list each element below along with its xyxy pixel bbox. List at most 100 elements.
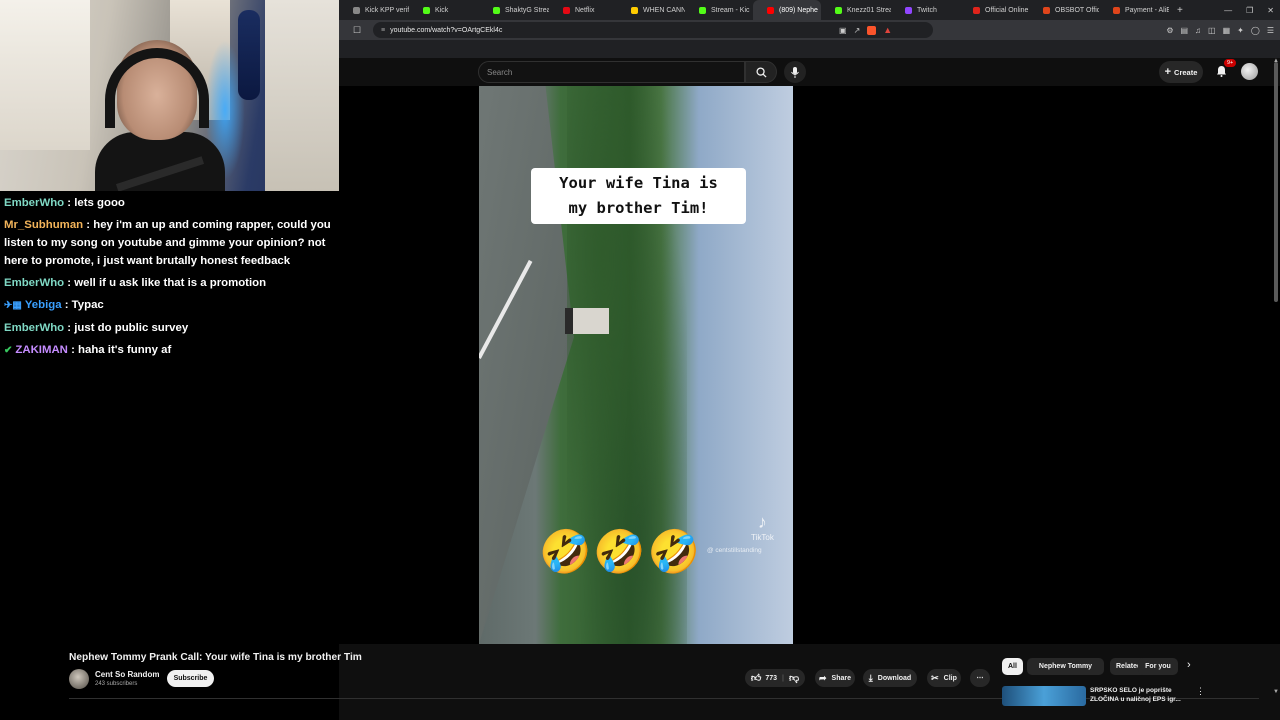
browser-tab[interactable]: WHEN CANNO — [617, 0, 685, 20]
browser-tab[interactable]: Netflix — [549, 0, 617, 20]
recommended-title[interactable]: SRPSKO SELO je poprište ZLOČINA u naličn… — [1090, 686, 1190, 704]
clip-button[interactable]: ✂ Clip — [927, 669, 961, 687]
site-info-icon[interactable]: ≡ — [381, 27, 385, 34]
video-player[interactable]: Your wife Tina is my brother Tim! 🤣🤣🤣 ♪ … — [339, 86, 1280, 644]
check-badge-icon: ✔ — [4, 345, 13, 356]
badge-icons: ✈▦ — [4, 300, 22, 311]
like-button[interactable]: 👍︎ 773 — [751, 672, 777, 684]
chip-all[interactable]: All — [1002, 658, 1023, 675]
chat-message: EmberWho : well if u ask like that is a … — [4, 274, 339, 292]
chip-nephew-tommy[interactable]: Nephew Tommy — [1027, 658, 1104, 675]
share-label: Share — [831, 674, 851, 682]
recommended-menu-icon[interactable]: ⋮ — [1196, 686, 1205, 697]
create-button[interactable]: + Create — [1159, 61, 1203, 83]
chat-username[interactable]: Mr_Subhuman — [4, 219, 83, 231]
wallet-icon[interactable]: ▦ — [1223, 26, 1231, 35]
headset — [105, 48, 209, 128]
chat-text: : just do public survey — [67, 322, 189, 334]
window-controls: — ❐ ✕ — [1224, 0, 1274, 20]
tab-label: Stream - Kic — [711, 6, 750, 14]
streamer — [95, 40, 225, 191]
subscribe-button[interactable]: Subscribe — [167, 670, 214, 687]
menu-icon[interactable]: ☰ — [1267, 26, 1274, 35]
tab-favicon-icon — [423, 6, 430, 14]
tab-search-icon[interactable]: ▤ — [1180, 26, 1188, 35]
recommended-thumbnail[interactable] — [1002, 686, 1086, 706]
sidebar-icon[interactable]: ◫ — [1208, 26, 1216, 35]
browser-tab[interactable]: Knezz01 Stream — [821, 0, 891, 20]
browser-tab[interactable]: OBSBOT Officia — [1029, 0, 1099, 20]
more-actions-button[interactable]: ⋯ — [970, 669, 990, 687]
notification-count-badge: 9+ — [1224, 59, 1237, 67]
video-frame[interactable]: Your wife Tina is my brother Tim! 🤣🤣🤣 ♪ … — [479, 86, 793, 644]
bookmark-icon[interactable]: ☐ — [353, 25, 369, 36]
tab-favicon-icon — [631, 6, 638, 14]
browser-tab[interactable]: (809) Nephe✕ — [753, 0, 821, 20]
webcam-window — [0, 0, 90, 150]
minimize-icon[interactable]: — — [1224, 6, 1232, 15]
like-dislike-pill: 👍︎ 773 | 👎︎ — [745, 669, 805, 687]
browser-tab[interactable]: Kick — [409, 0, 479, 20]
channel-name[interactable]: Cent So Random — [95, 670, 159, 679]
tab-label: Kick KPP verifica — [365, 6, 409, 14]
download-button[interactable]: ⤓ Download — [863, 669, 917, 687]
address-bar: ☐ ≡ youtube.com/watch?v=OArtgCEkl4c ▣ ↗ … — [339, 20, 1280, 40]
leo-icon[interactable]: ✦ — [1237, 26, 1244, 35]
microphone-icon — [791, 66, 799, 78]
chat-username[interactable]: EmberWho — [4, 277, 64, 289]
cast-icon[interactable]: ▣ — [839, 26, 847, 35]
video-title: Nephew Tommy Prank Call: Your wife Tina … — [69, 652, 362, 663]
tab-label: ShaktyG Stream — [505, 6, 549, 14]
browser-tab[interactable]: Payment - AliEx — [1099, 0, 1169, 20]
browser-tab[interactable]: Official Online S — [959, 0, 1029, 20]
share-button[interactable]: ➦ Share — [815, 669, 855, 687]
screen: EmberWho : lets gooo Mr_Subhuman : hey i'… — [0, 0, 1280, 720]
voice-search-button[interactable] — [784, 61, 806, 83]
tiktok-label: TikTok — [751, 533, 774, 542]
extension-icon[interactable]: ⚙ — [1166, 26, 1173, 35]
search-icon — [755, 66, 767, 78]
scrollbar-thumb[interactable] — [1274, 62, 1278, 302]
chip-for-you[interactable]: For you — [1138, 658, 1178, 675]
chat-username[interactable]: EmberWho — [4, 197, 64, 209]
media-icon[interactable]: ♫ — [1195, 26, 1201, 35]
browser-tab[interactable]: ShaktyG Stream — [479, 0, 549, 20]
brave-shields-icon[interactable] — [867, 25, 877, 35]
extension-toolbar: ⚙ ▤ ♫ ◫ ▦ ✦ ◯ ☰ — [1166, 20, 1274, 40]
chat-message: EmberWho : lets gooo — [4, 194, 339, 212]
tiktok-watermark: ♪ TikTok — [751, 512, 774, 542]
chat-text: : well if u ask like that is a promotion — [67, 277, 267, 289]
pill-divider: | — [782, 674, 784, 682]
share-page-icon[interactable]: ↗ — [854, 26, 861, 35]
search-input[interactable]: Search — [478, 61, 745, 83]
download-label: Download — [877, 674, 912, 682]
tab-label: Kick — [435, 6, 449, 14]
scroll-down-icon[interactable]: ▼ — [1273, 689, 1279, 695]
truck — [565, 308, 609, 334]
browser-tab[interactable]: Stream - Kic — [685, 0, 753, 20]
stream-chat: EmberWho : lets gooo Mr_Subhuman : hey i'… — [0, 191, 339, 720]
browser-tab[interactable]: Twitch — [891, 0, 959, 20]
chat-username[interactable]: ZAKIMAN — [15, 344, 68, 356]
maximize-icon[interactable]: ❐ — [1246, 6, 1253, 15]
chat-username[interactable]: Yebiga — [25, 299, 62, 311]
chevron-right-icon[interactable]: › — [1187, 659, 1191, 671]
channel-avatar[interactable] — [69, 669, 89, 689]
tab-label: Official Online S — [985, 6, 1029, 14]
chat-text: : lets gooo — [67, 197, 125, 209]
clip-label: Clip — [943, 674, 957, 682]
vpn-icon[interactable]: ◯ — [1251, 26, 1260, 35]
toolbar-gap — [339, 40, 1280, 58]
close-window-icon[interactable]: ✕ — [1267, 6, 1274, 15]
webcam-door — [265, 0, 339, 191]
caption-line-2: my brother Tim! — [568, 199, 709, 217]
tab-favicon-icon — [905, 6, 912, 14]
browser-tab[interactable]: Kick KPP verifica — [339, 0, 409, 20]
search-button[interactable] — [745, 61, 777, 83]
chat-username[interactable]: EmberWho — [4, 322, 64, 334]
new-tab-button[interactable]: + — [1169, 5, 1191, 16]
brave-rewards-icon[interactable]: ▲ — [883, 25, 892, 35]
tab-favicon-icon — [699, 6, 706, 14]
thumbs-down-icon[interactable]: 👎︎ — [789, 672, 799, 684]
account-avatar[interactable] — [1241, 63, 1258, 80]
